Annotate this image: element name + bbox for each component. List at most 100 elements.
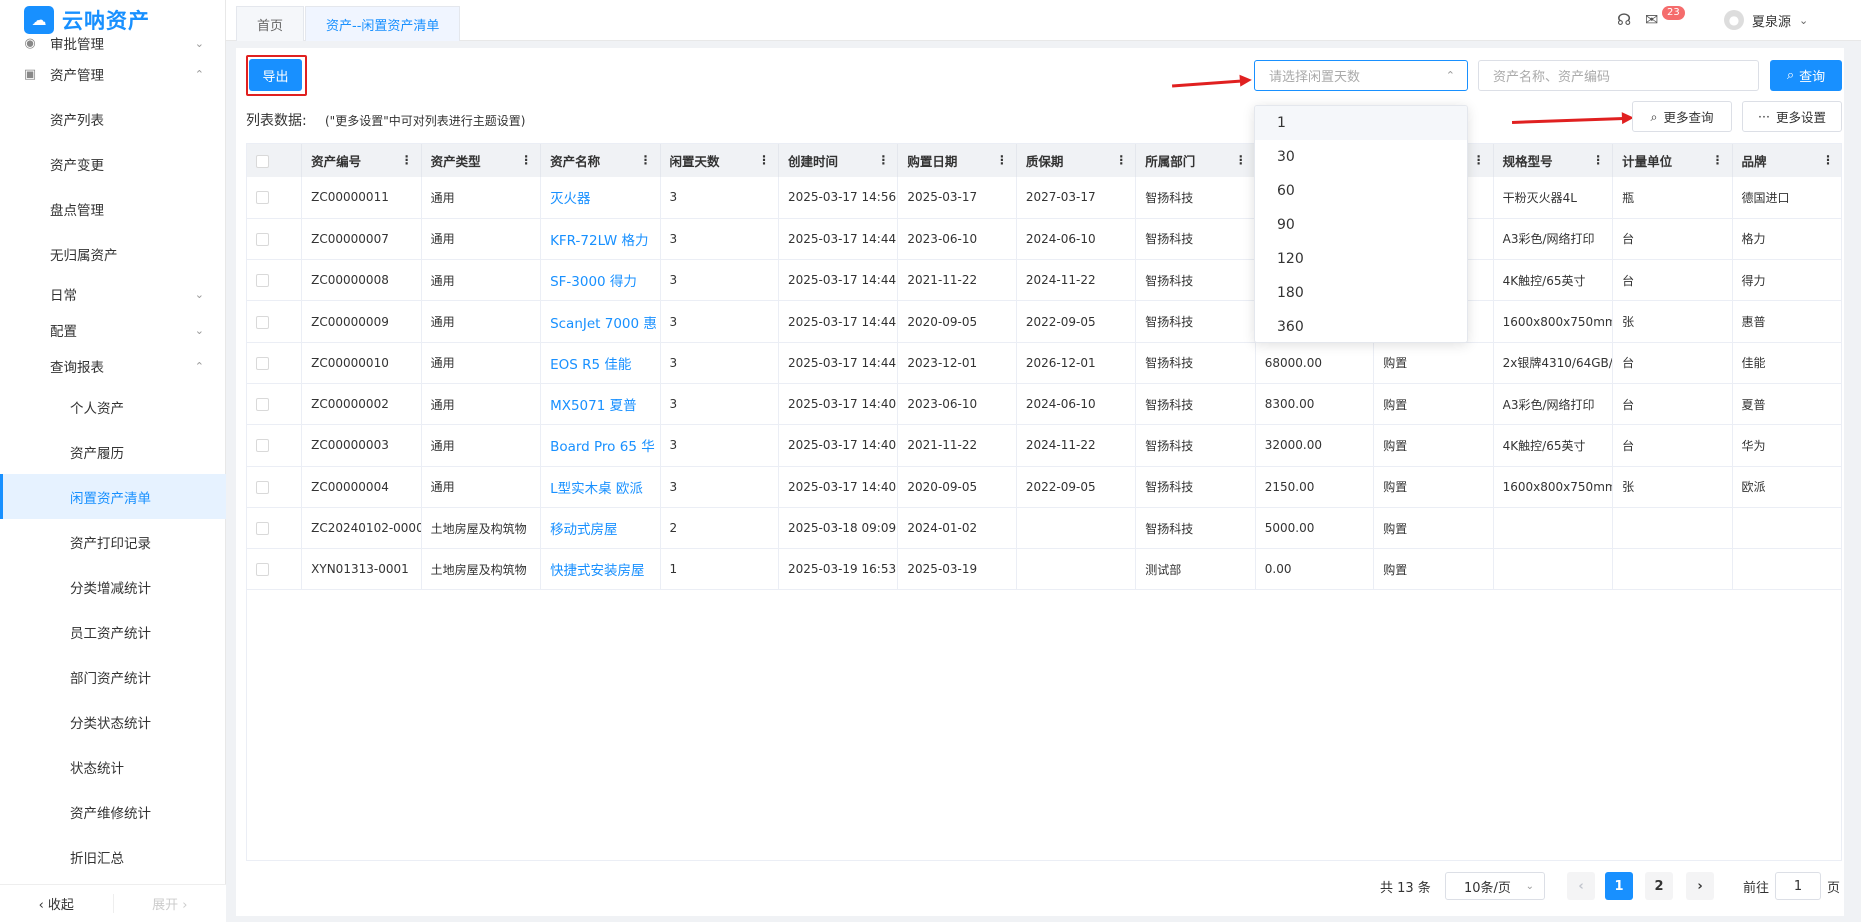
column-header[interactable]: 计量单位⋮ [1613, 144, 1732, 177]
sidebar-item-print-records[interactable]: 资产打印记录 [0, 519, 226, 564]
column-header[interactable]: 资产编号⋮ [302, 144, 421, 177]
sidebar-item-repair-stats[interactable]: 资产维修统计 [0, 789, 226, 834]
sidebar-item-inventory[interactable]: 盘点管理 [0, 186, 226, 231]
tab-idle-asset-list[interactable]: 资产--闲置资产清单 [305, 6, 460, 41]
sidebar-item-asset-history[interactable]: 资产履历 [0, 429, 226, 474]
sidebar-subgroup-reports[interactable]: 查询报表⌃ [0, 348, 226, 384]
sidebar-item-depreciation-summary[interactable]: 折旧汇总 [0, 834, 226, 879]
page-size-select[interactable]: 10条/页⌄ [1445, 872, 1545, 900]
column-header[interactable]: 品牌⋮ [1732, 144, 1842, 177]
query-button[interactable]: ⌕ 查询 [1770, 60, 1842, 91]
headset-icon[interactable]: ☊ [1617, 10, 1631, 29]
asset-name-link[interactable]: EOS R5 佳能 [541, 342, 660, 383]
sidebar-item-asset-change[interactable]: 资产变更 [0, 141, 226, 186]
column-menu-icon[interactable]: ⋮ [1235, 153, 1247, 167]
table-row[interactable]: ZC00000004通用L型实木桌 欧派32025-03-17 14:40:12… [247, 466, 1842, 507]
dropdown-option[interactable]: 90 [1255, 208, 1467, 242]
dropdown-option[interactable]: 120 [1255, 242, 1467, 276]
sidebar-group-asset-management[interactable]: ▣ 资产管理 ⌃ [0, 52, 226, 96]
sidebar-item-category-change-stats[interactable]: 分类增减统计 [0, 564, 226, 609]
column-menu-icon[interactable]: ⋮ [1712, 153, 1724, 167]
sidebar-item-personal-assets[interactable]: 个人资产 [0, 384, 226, 429]
column-header[interactable]: 规格型号⋮ [1493, 144, 1612, 177]
goto-page-input[interactable]: 1 [1775, 872, 1821, 900]
row-checkbox[interactable] [256, 274, 269, 287]
idle-days-select[interactable]: 请选择闲置天数 ⌃ [1254, 60, 1468, 91]
column-menu-icon[interactable]: ⋮ [996, 153, 1008, 167]
column-menu-icon[interactable]: ⋮ [1473, 153, 1485, 167]
asset-name-link[interactable]: ScanJet 7000 惠 [541, 301, 660, 342]
asset-name-link[interactable]: KFR-72LW 格力 [541, 218, 660, 259]
sidebar-item-employee-asset-stats[interactable]: 员工资产统计 [0, 609, 226, 654]
asset-name-link[interactable]: MX5071 夏普 [541, 383, 660, 424]
table-row[interactable]: ZC00000008通用SF-3000 得力32025-03-17 14:44:… [247, 260, 1842, 301]
tab-home[interactable]: 首页 [236, 6, 304, 41]
export-button[interactable]: 导出 [249, 59, 302, 91]
table-row[interactable]: ZC00000002通用MX5071 夏普32025-03-17 14:40:1… [247, 383, 1842, 424]
column-header[interactable]: 购置日期⋮ [898, 144, 1016, 177]
table-row[interactable]: ZC20240102-00000土地房屋及构筑物移动式房屋22025-03-18… [247, 507, 1842, 548]
dropdown-option[interactable]: 180 [1255, 276, 1467, 310]
column-menu-icon[interactable]: ⋮ [758, 153, 770, 167]
asset-name-link[interactable]: Board Pro 65 华 [541, 425, 660, 466]
dropdown-option[interactable]: 1 [1255, 106, 1467, 140]
row-checkbox[interactable] [256, 563, 269, 576]
column-header[interactable]: 创建时间⋮ [778, 144, 897, 177]
column-header[interactable]: 资产名称⋮ [541, 144, 660, 177]
table-row[interactable]: ZC00000009通用ScanJet 7000 惠32025-03-17 14… [247, 301, 1842, 342]
expand-button[interactable]: 展开 › [113, 894, 227, 913]
row-checkbox[interactable] [256, 398, 269, 411]
table-row[interactable]: ZC00000007通用KFR-72LW 格力32025-03-17 14:44… [247, 218, 1842, 259]
sidebar-item-idle-asset-list[interactable]: 闲置资产清单 [0, 474, 226, 519]
column-header[interactable]: 质保期⋮ [1016, 144, 1135, 177]
page-button[interactable]: 1 [1605, 872, 1633, 900]
row-checkbox[interactable] [256, 316, 269, 329]
sidebar-subgroup-daily[interactable]: 日常⌄ [0, 276, 226, 312]
table-row[interactable]: ZC00000010通用EOS R5 佳能32025-03-17 14:44:1… [247, 342, 1842, 383]
dropdown-option[interactable]: 60 [1255, 174, 1467, 208]
app-logo[interactable]: ☁ 云呐资产 [24, 6, 150, 34]
column-header[interactable]: 闲置天数⋮ [660, 144, 778, 177]
sidebar-item-asset-list[interactable]: 资产列表 [0, 96, 226, 141]
user-menu[interactable]: ● 夏泉源 ⌄ [1724, 10, 1808, 30]
mail-icon[interactable]: ✉ [1645, 10, 1658, 29]
asset-name-link[interactable]: 快捷式安装房屋 [541, 549, 660, 590]
more-query-button[interactable]: ⌕ 更多查询 [1632, 101, 1732, 132]
dropdown-option[interactable]: 30 [1255, 140, 1467, 174]
sidebar-subgroup-config[interactable]: 配置⌄ [0, 312, 226, 348]
column-header[interactable]: 资产类型⋮ [421, 144, 540, 177]
select-all-checkbox[interactable] [256, 155, 269, 168]
prev-page-button[interactable]: ‹ [1567, 872, 1595, 900]
table-row[interactable]: XYN01313-0001土地房屋及构筑物快捷式安装房屋12025-03-19 … [247, 549, 1842, 590]
sidebar-item-unowned-assets[interactable]: 无归属资产 [0, 231, 226, 276]
column-menu-icon[interactable]: ⋮ [520, 153, 532, 167]
sidebar-item-category-status-stats[interactable]: 分类状态统计 [0, 699, 226, 744]
column-menu-icon[interactable]: ⋮ [1822, 153, 1834, 167]
sidebar-item-department-asset-stats[interactable]: 部门资产统计 [0, 654, 226, 699]
asset-name-link[interactable]: 灭火器 [541, 177, 660, 218]
column-menu-icon[interactable]: ⋮ [877, 153, 889, 167]
table-row[interactable]: ZC00000011通用灭火器32025-03-17 14:56:02025-0… [247, 177, 1842, 218]
dropdown-option[interactable]: 360 [1255, 310, 1467, 343]
page-button[interactable]: 2 [1645, 872, 1673, 900]
next-page-button[interactable]: › [1686, 872, 1714, 900]
asset-name-link[interactable]: 移动式房屋 [541, 507, 660, 548]
column-header[interactable]: 所属部门⋮ [1136, 144, 1255, 177]
row-checkbox[interactable] [256, 191, 269, 204]
row-checkbox[interactable] [256, 439, 269, 452]
asset-name-link[interactable]: L型实木桌 欧派 [541, 466, 660, 507]
search-input[interactable]: 资产名称、资产编码 [1478, 60, 1759, 91]
column-menu-icon[interactable]: ⋮ [1592, 153, 1604, 167]
collapse-button[interactable]: ‹ 收起 [0, 894, 113, 913]
more-settings-button[interactable]: ··· 更多设置 [1742, 101, 1842, 132]
table-row[interactable]: ZC00000003通用Board Pro 65 华32025-03-17 14… [247, 425, 1842, 466]
column-menu-icon[interactable]: ⋮ [401, 153, 413, 167]
sidebar-item-status-stats[interactable]: 状态统计 [0, 744, 226, 789]
column-menu-icon[interactable]: ⋮ [640, 153, 652, 167]
asset-name-link[interactable]: SF-3000 得力 [541, 260, 660, 301]
column-menu-icon[interactable]: ⋮ [1115, 153, 1127, 167]
row-checkbox[interactable] [256, 357, 269, 370]
sidebar-group-approval[interactable]: ◉ 审批管理 ⌄ [0, 34, 226, 52]
row-checkbox[interactable] [256, 233, 269, 246]
row-checkbox[interactable] [256, 481, 269, 494]
